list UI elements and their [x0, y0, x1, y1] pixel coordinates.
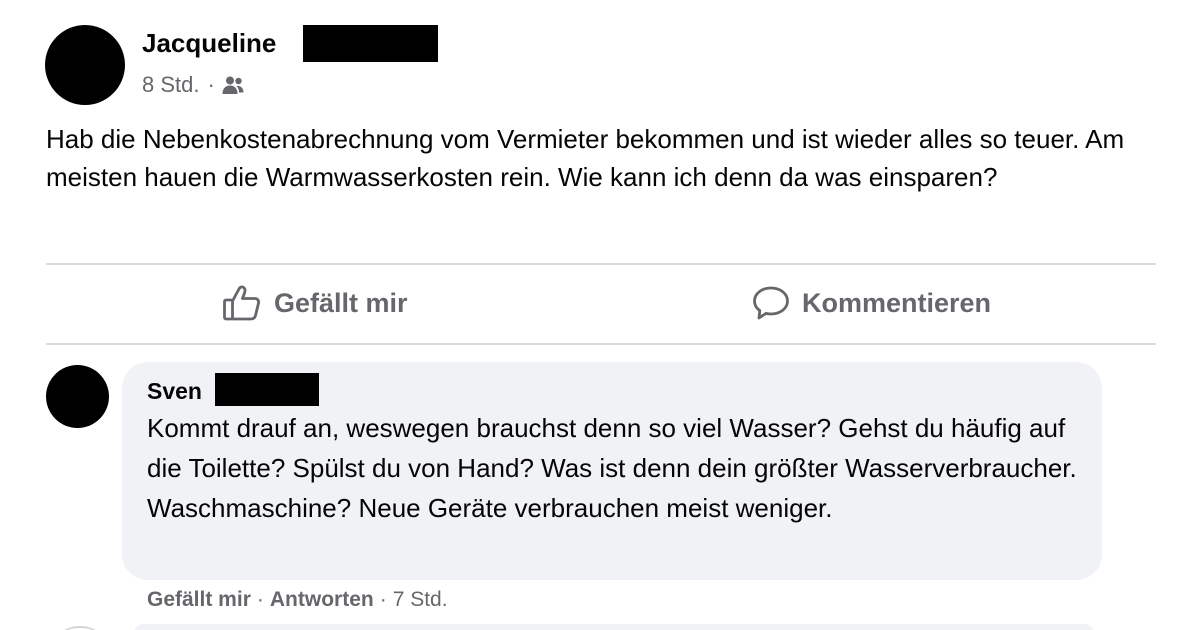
post-meta: 8 Std. ·	[142, 72, 245, 98]
author-name[interactable]: Jacqueline	[142, 28, 276, 59]
next-comment-avatar	[60, 626, 100, 630]
like-button[interactable]: Gefällt mir	[222, 280, 408, 326]
author-avatar[interactable]	[45, 25, 125, 105]
post-text: Hab die Nebenkostenabrechnung vom Vermie…	[46, 124, 1125, 192]
comment-actions: Gefällt mir · Antworten · 7 Std.	[147, 588, 448, 612]
thumbs-up-icon	[222, 284, 274, 322]
speech-bubble-icon	[752, 285, 802, 321]
post-timestamp[interactable]: 8 Std.	[142, 72, 199, 98]
meta-separator: ·	[207, 72, 215, 97]
comment-action-separator: ·	[379, 588, 387, 611]
redacted-surname	[303, 25, 438, 62]
comment-reply-link[interactable]: Antworten	[270, 588, 374, 611]
comment-timestamp[interactable]: 7 Std.	[393, 588, 448, 611]
comment-action-separator: ·	[256, 588, 264, 611]
comment-text: Kommt drauf an, weswegen brauchst denn s…	[147, 413, 1077, 523]
like-label: Gefällt mir	[274, 287, 408, 318]
comment-author[interactable]: Sven	[147, 378, 202, 405]
next-comment-bubble	[134, 624, 1094, 630]
divider	[46, 263, 1156, 265]
redacted-surname	[215, 373, 319, 406]
facebook-post: Jacqueline 8 Std. · Hab die Nebenkostena…	[0, 0, 1200, 630]
friends-icon[interactable]	[221, 75, 245, 95]
divider	[46, 343, 1156, 345]
comment-like-link[interactable]: Gefällt mir	[147, 588, 251, 611]
comment-label: Kommentieren	[802, 287, 992, 318]
commenter-avatar[interactable]	[46, 365, 109, 428]
comment-button[interactable]: Kommentieren	[752, 280, 991, 326]
